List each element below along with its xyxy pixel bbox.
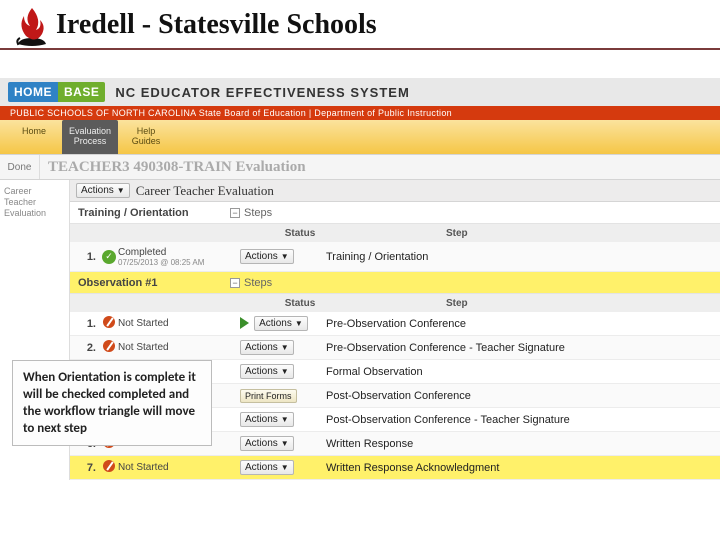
- not-started-icon: [103, 316, 115, 328]
- row-number: 1.: [78, 318, 100, 330]
- observation-1-label: Observation #1: [70, 277, 230, 289]
- collapse-icon: −: [230, 278, 240, 288]
- chevron-down-icon: ▼: [281, 252, 289, 261]
- step-row-obs-2: 2. Not Started Actions▼ Pre-Observation …: [70, 336, 720, 360]
- tab-help-guides[interactable]: Help Guides: [118, 120, 174, 154]
- columns-header-obs: Status Step: [70, 294, 720, 312]
- nav-tabs: Home Evaluation Process Help Guides: [0, 120, 720, 154]
- evaluation-bar: Done TEACHER3 490308-TRAIN Evaluation: [0, 154, 720, 180]
- row-actions-button[interactable]: Actions▼: [240, 340, 294, 355]
- homebase-logo-home: HOME: [8, 82, 58, 102]
- status-icon-completed: ✓: [100, 250, 118, 264]
- flame-icon: [14, 4, 50, 46]
- actions-label: Actions: [245, 251, 278, 262]
- step-name: Pre-Observation Conference: [320, 318, 720, 330]
- tab-eval-l1: Evaluation: [62, 126, 118, 136]
- not-started-icon: [103, 460, 115, 472]
- row-actions-button[interactable]: Actions▼: [240, 436, 294, 451]
- step-name: Training / Orientation: [320, 251, 720, 263]
- district-header: Iredell - Statesville Schools: [0, 0, 720, 50]
- columns-header-training: Status Step: [70, 224, 720, 242]
- chevron-down-icon: ▼: [281, 367, 289, 376]
- row-actions-button[interactable]: Actions▼: [254, 316, 308, 331]
- col-status: Status: [240, 298, 360, 309]
- check-icon: ✓: [102, 250, 116, 264]
- status-completed: Completed: [118, 247, 166, 258]
- tab-help-l1: Help: [118, 126, 174, 136]
- chevron-down-icon: ▼: [117, 186, 125, 195]
- col-status: Status: [240, 228, 360, 239]
- homebase-logo: HOME BASE: [8, 82, 105, 102]
- row-actions-button[interactable]: Actions▼: [240, 364, 294, 379]
- chevron-down-icon: ▼: [281, 439, 289, 448]
- col-step: Step: [440, 228, 720, 239]
- annotation-callout: When Orientation is complete it will be …: [12, 360, 212, 446]
- section-header-eval: Actions ▼ Career Teacher Evaluation: [70, 180, 720, 202]
- system-name: NC EDUCATOR EFFECTIVENESS SYSTEM: [115, 85, 409, 100]
- row-actions-button[interactable]: Actions ▼: [240, 249, 294, 264]
- side-nav-item[interactable]: Career Teacher Evaluation: [4, 186, 65, 219]
- step-row-obs-1: 1. Not Started Actions▼ Pre-Observation …: [70, 312, 720, 336]
- not-started-icon: [103, 340, 115, 352]
- row-actions-button[interactable]: Actions▼: [240, 460, 294, 475]
- actions-button[interactable]: Actions ▼: [76, 183, 130, 198]
- row-number: 1.: [78, 251, 100, 263]
- subheader-observation-1: Observation #1 − Steps: [70, 272, 720, 294]
- section-title-eval: Career Teacher Evaluation: [136, 183, 274, 199]
- tab-home[interactable]: Home: [6, 120, 62, 154]
- homebase-strip: HOME BASE NC EDUCATOR EFFECTIVENESS SYST…: [0, 78, 720, 106]
- row-actions-button[interactable]: Actions▼: [240, 412, 294, 427]
- steps-label: Steps: [244, 277, 272, 289]
- done-tab[interactable]: Done: [0, 155, 40, 179]
- status-text: Not Started: [118, 318, 240, 329]
- district-title: Iredell - Statesville Schools: [56, 9, 377, 41]
- status-timestamp: 07/25/2013 @ 08:25 AM: [118, 258, 240, 267]
- tab-eval-l2: Process: [62, 136, 118, 146]
- step-row-training-1: 1. ✓ Completed 07/25/2013 @ 08:25 AM Act…: [70, 242, 720, 272]
- nc-sub-strip: PUBLIC SCHOOLS OF NORTH CAROLINA State B…: [0, 106, 720, 120]
- actions-label: Actions: [81, 185, 114, 196]
- tab-help-l2: Guides: [118, 136, 174, 146]
- tab-evaluation-process[interactable]: Evaluation Process: [62, 120, 118, 154]
- steps-toggle-training[interactable]: − Steps: [230, 207, 272, 219]
- chevron-down-icon: ▼: [281, 463, 289, 472]
- training-label: Training / Orientation: [70, 207, 230, 219]
- collapse-icon: −: [230, 208, 240, 218]
- workflow-triangle-icon: [240, 317, 249, 329]
- status-text: Completed 07/25/2013 @ 08:25 AM: [118, 247, 240, 267]
- steps-toggle-obs1[interactable]: − Steps: [230, 277, 272, 289]
- step-row-obs-7: 7. Not Started Actions▼ Written Response…: [70, 456, 720, 480]
- subheader-training: Training / Orientation − Steps: [70, 202, 720, 224]
- evaluation-title: TEACHER3 490308-TRAIN Evaluation: [48, 159, 306, 176]
- chevron-down-icon: ▼: [281, 343, 289, 352]
- chevron-down-icon: ▼: [295, 319, 303, 328]
- col-step: Step: [440, 298, 720, 309]
- tab-home-label: Home: [6, 126, 62, 136]
- print-forms-button[interactable]: Print Forms: [240, 389, 297, 403]
- chevron-down-icon: ▼: [281, 415, 289, 424]
- steps-label: Steps: [244, 207, 272, 219]
- homebase-logo-base: BASE: [58, 82, 105, 102]
